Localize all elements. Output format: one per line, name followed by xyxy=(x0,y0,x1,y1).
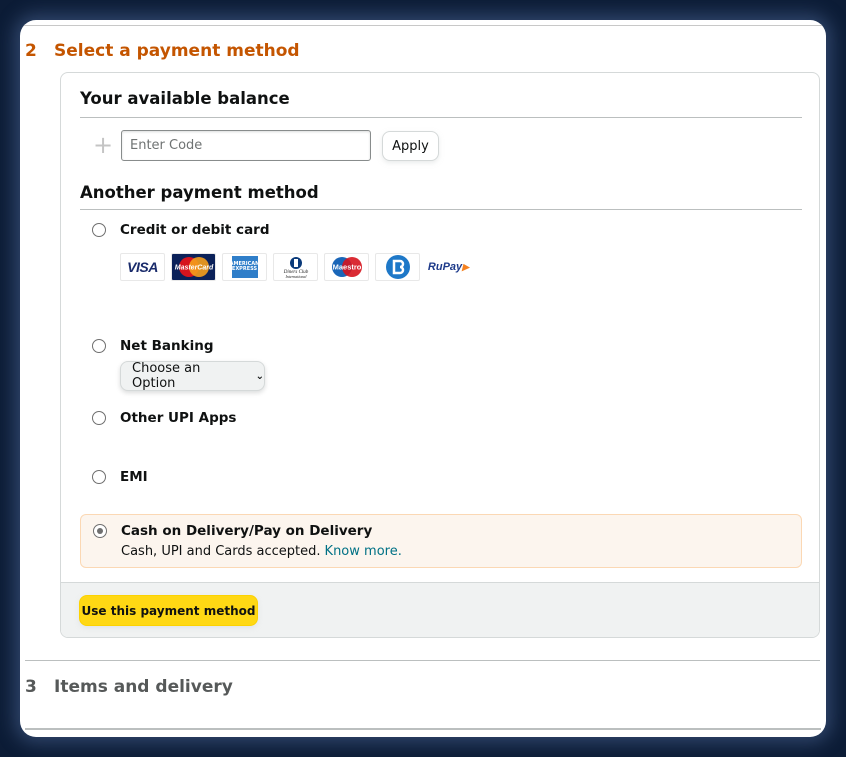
maestro-logo-icon: Maestro xyxy=(324,253,369,281)
rupay-logo-icon: RuPay ▶ xyxy=(426,253,471,281)
option-credit-debit-card[interactable]: Credit or debit card xyxy=(92,222,270,238)
option-label: Net Banking xyxy=(120,338,214,354)
radio-other-upi-apps[interactable] xyxy=(92,411,106,425)
cod-subtext: Cash, UPI and Cards accepted. xyxy=(121,544,321,559)
svg-text:International: International xyxy=(284,274,307,279)
payment-panel: Your available balance + Apply Another p… xyxy=(60,72,820,638)
svg-text:MasterCard: MasterCard xyxy=(174,265,213,272)
option-cash-on-delivery[interactable]: Cash on Delivery/Pay on Delivery xyxy=(93,523,372,539)
divider xyxy=(25,660,820,661)
mastercard-logo-icon: MasterCard xyxy=(171,253,216,281)
divider xyxy=(20,25,826,26)
option-label: Cash on Delivery/Pay on Delivery xyxy=(121,523,373,539)
bank-select-value: Choose an Option xyxy=(132,361,201,391)
option-label: EMI xyxy=(120,469,148,485)
radio-credit-debit-card[interactable] xyxy=(92,223,106,237)
step-header-items-delivery[interactable]: 3 Items and delivery xyxy=(25,677,233,697)
option-label: Credit or debit card xyxy=(120,222,270,238)
use-payment-method-button[interactable]: Use this payment method xyxy=(79,595,258,626)
card-logos: VISA MasterCard AMERICAN EXPRESS Diners C… xyxy=(120,253,471,281)
balance-heading: Your available balance xyxy=(80,89,290,108)
option-cash-on-delivery-box[interactable]: Cash on Delivery/Pay on Delivery Cash, U… xyxy=(80,514,802,568)
amex-logo-icon: AMERICAN EXPRESS xyxy=(222,253,267,281)
svg-text:Maestro: Maestro xyxy=(332,263,361,272)
radio-emi[interactable] xyxy=(92,470,106,484)
checkout-card: 2 Select a payment method Your available… xyxy=(20,20,826,737)
visa-logo-icon: VISA xyxy=(120,253,165,281)
divider xyxy=(80,117,802,118)
option-other-upi-apps[interactable]: Other UPI Apps xyxy=(92,410,236,426)
bank-select-dropdown[interactable]: Choose an Option ⌄ xyxy=(120,361,265,391)
step-title: Items and delivery xyxy=(54,677,233,697)
apply-button[interactable]: Apply xyxy=(382,131,439,161)
cod-description: Cash, UPI and Cards accepted. Know more. xyxy=(121,544,402,559)
diners-club-logo-icon: Diners Club International xyxy=(273,253,318,281)
divider xyxy=(80,209,802,210)
step-number: 2 xyxy=(25,41,37,61)
know-more-link[interactable]: Know more. xyxy=(325,544,402,559)
option-label: Other UPI Apps xyxy=(120,410,237,426)
another-method-heading: Another payment method xyxy=(80,183,319,202)
divider xyxy=(25,728,821,730)
panel-footer: Use this payment method xyxy=(61,582,819,637)
step-number: 3 xyxy=(25,677,37,697)
plus-icon[interactable]: + xyxy=(93,133,113,157)
chevron-down-icon: ⌄ xyxy=(255,370,264,382)
step-header-payment: 2 Select a payment method xyxy=(25,41,300,61)
radio-cash-on-delivery[interactable] xyxy=(93,524,107,538)
option-net-banking[interactable]: Net Banking xyxy=(92,338,214,354)
gift-code-input[interactable] xyxy=(121,130,371,161)
step-title: Select a payment method xyxy=(54,41,300,61)
bajaj-finserv-logo-icon xyxy=(375,253,420,281)
radio-net-banking[interactable] xyxy=(92,339,106,353)
option-emi[interactable]: EMI xyxy=(92,469,148,485)
